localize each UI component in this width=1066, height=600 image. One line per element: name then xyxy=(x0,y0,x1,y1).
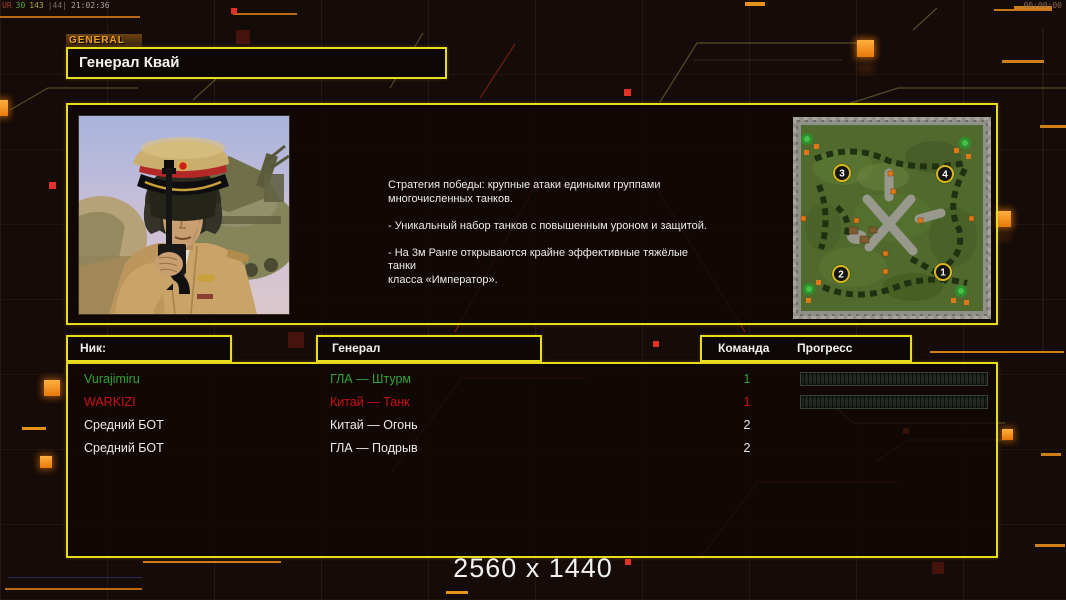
column-header-progress: Прогресс xyxy=(797,341,853,355)
general-info-panel: Стратегия победы: крупные атаки едиными … xyxy=(55,103,998,325)
player-general: ГЛА — Подрыв xyxy=(330,441,418,455)
game-lobby-screen: UR 30 143 |44| 21:02:36 00:00:00 GENERAL Ген… xyxy=(0,0,1066,600)
status-part: 143 xyxy=(29,1,44,10)
player-team: 1 xyxy=(743,372,751,386)
column-header-team-progress: Команда Прогресс xyxy=(700,335,912,362)
general-description: Стратегия победы: крупные атаки едиными … xyxy=(388,179,707,286)
player-general: Китай — Огонь xyxy=(330,418,418,432)
debug-status-text: UR 30 143 |44| 21:02:36 xyxy=(2,1,114,10)
general-portrait-image xyxy=(55,116,300,315)
resolution-label: 2560 x 1440 xyxy=(453,553,613,583)
player-row: WARKIZI Китай — Танк 1 xyxy=(68,391,992,413)
player-general: ГЛА — Штурм xyxy=(330,372,412,386)
status-part: UR xyxy=(2,1,12,10)
status-part: 21:02:36 xyxy=(71,1,110,10)
player-row: Средний БОТ ГЛА — Подрыв 2 xyxy=(68,437,992,459)
player-team: 2 xyxy=(743,441,751,455)
player-team: 2 xyxy=(743,418,751,432)
player-row: Vurajimiru ГЛА — Штурм 1 xyxy=(68,368,992,390)
general-tab-label: GENERAL xyxy=(66,34,142,47)
marker-4: 4 xyxy=(942,170,948,181)
player-name: Средний БОТ xyxy=(84,441,164,455)
player-progress-bar xyxy=(800,395,988,409)
player-name: Средний БОТ xyxy=(84,418,164,432)
player-row: Средний БОТ Китай — Огонь 2 xyxy=(68,414,992,436)
status-part: |44| xyxy=(47,1,67,10)
general-title: Генерал Квай xyxy=(66,47,447,79)
minimap: 3 4 2 1 xyxy=(793,117,991,319)
match-timer: 00:00:00 xyxy=(1023,1,1062,10)
player-general: Китай — Танк xyxy=(330,395,410,409)
column-header-team: Команда xyxy=(718,341,770,355)
player-name: WARKIZI xyxy=(84,395,136,409)
players-panel: Vurajimiru ГЛА — Штурм 1 WARKIZI Китай —… xyxy=(66,362,998,558)
general-portrait xyxy=(55,115,300,315)
marker-1: 1 xyxy=(940,268,946,279)
marker-2: 2 xyxy=(838,270,844,281)
column-header-nick: Ник: xyxy=(66,335,232,362)
player-name: Vurajimiru xyxy=(84,372,140,386)
player-team: 1 xyxy=(743,395,751,409)
player-progress-bar xyxy=(800,372,988,386)
marker-3: 3 xyxy=(839,169,845,180)
status-part: 30 xyxy=(15,1,26,10)
column-header-general: Генерал xyxy=(316,335,542,362)
